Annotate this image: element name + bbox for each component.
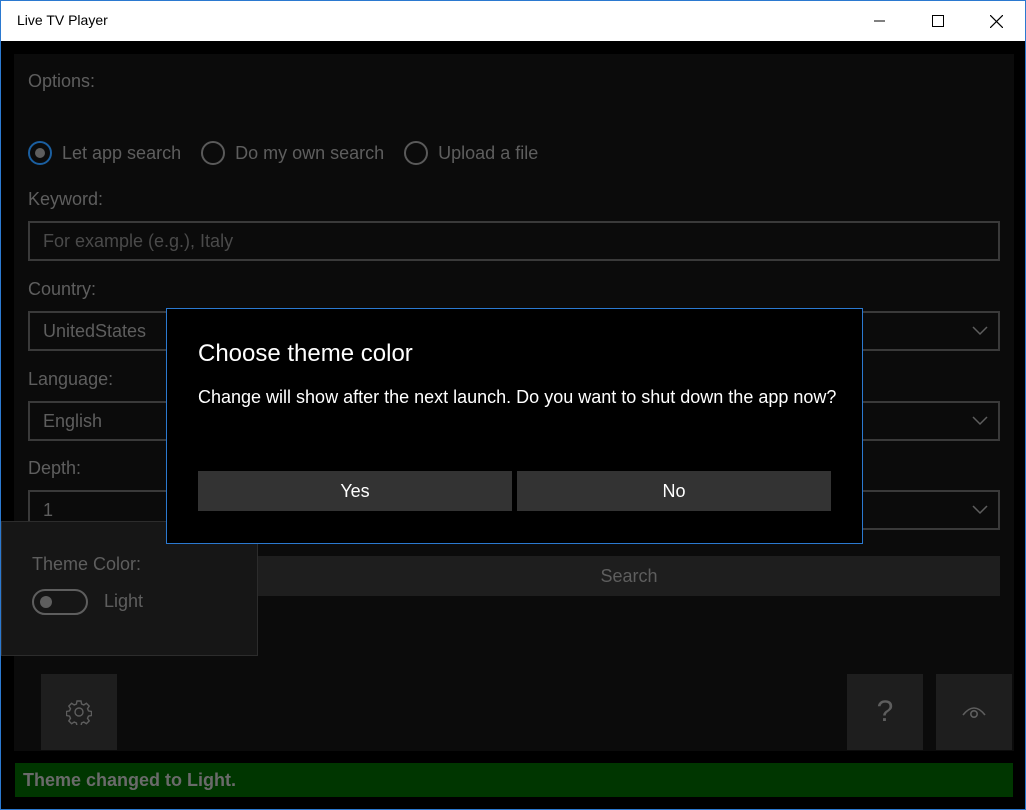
depth-value: 1 (43, 500, 54, 520)
options-label: Options: (28, 71, 96, 91)
preview-button[interactable] (936, 674, 1012, 750)
title-bar[interactable]: Live TV Player (1, 1, 1025, 41)
toggle-knob (40, 596, 52, 608)
chevron-down-icon (972, 416, 988, 426)
chevron-down-icon (972, 505, 988, 515)
close-icon (989, 14, 1003, 28)
theme-color-label: Theme Color: (32, 554, 142, 574)
dialog-title: Choose theme color (198, 340, 413, 367)
language-value: English (43, 411, 103, 431)
radio-checked-icon (28, 141, 52, 165)
keyword-field (28, 221, 1000, 261)
dialog-message: Change will show after the next launch. … (198, 387, 837, 407)
theme-toggle-state: Light (104, 591, 144, 611)
maximize-icon (932, 15, 944, 27)
radio-unchecked-icon (404, 141, 429, 165)
help-icon: ? (876, 695, 894, 728)
maximize-button[interactable] (909, 1, 967, 41)
search-button[interactable]: Search (258, 556, 1000, 596)
window-title: Live TV Player (17, 12, 108, 28)
theme-toggle[interactable] (32, 589, 88, 615)
radio-unchecked-icon (201, 141, 226, 165)
country-value: UnitedStates (43, 321, 147, 341)
radio-label: Upload a file (438, 142, 539, 163)
radio-upload-a-file[interactable]: Upload a file (404, 141, 538, 165)
radio-let-app-search[interactable]: Let app search (28, 141, 181, 165)
close-button[interactable] (967, 1, 1025, 41)
keyword-input[interactable] (30, 223, 998, 259)
keyword-label: Keyword: (28, 189, 104, 209)
theme-dialog: Choose theme color Change will show afte… (166, 308, 863, 544)
chevron-down-icon (972, 326, 988, 336)
eye-icon (962, 707, 986, 719)
app-window: Live TV Player Options: Let app search D… (0, 0, 1026, 810)
radio-do-my-own-search[interactable]: Do my own search (201, 141, 384, 165)
language-label: Language: (28, 369, 114, 389)
radio-label: Do my own search (235, 142, 385, 163)
gear-icon (66, 700, 92, 725)
country-label: Country: (28, 279, 97, 299)
minimize-icon (874, 20, 885, 22)
settings-button[interactable] (41, 674, 117, 750)
minimize-button[interactable] (851, 1, 909, 41)
help-button[interactable]: ? (847, 674, 923, 750)
status-message: Theme changed to Light. (23, 770, 237, 790)
no-button[interactable]: No (517, 471, 831, 511)
depth-label: Depth: (28, 458, 82, 478)
yes-button[interactable]: Yes (198, 471, 512, 511)
radio-label: Let app search (62, 142, 182, 163)
search-mode-radio-group: Let app search Do my own search Upload a… (28, 139, 558, 167)
status-bar: Theme changed to Light. (15, 763, 1013, 797)
